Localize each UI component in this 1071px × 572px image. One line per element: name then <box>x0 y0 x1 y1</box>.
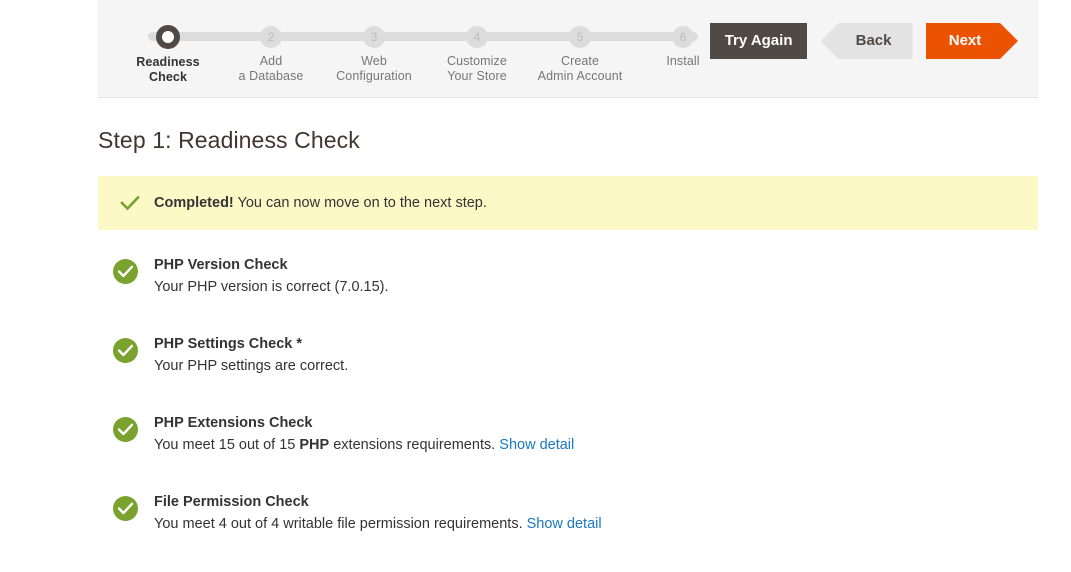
wizard-step-5[interactable]: 5 Create Admin Account <box>520 10 640 84</box>
check-title: PHP Extensions Check <box>154 415 313 431</box>
wizard-header-panel: 1 Readiness Check 2 Add a Database 3 Web… <box>98 0 1038 98</box>
check-description: You meet 15 out of 15 PHP extensions req… <box>154 435 1038 455</box>
wizard-step-1[interactable]: 1 Readiness Check <box>108 10 228 85</box>
wizard-actions: Try Again Back Next <box>710 23 1018 59</box>
try-again-button[interactable]: Try Again <box>710 23 808 59</box>
check-desc-text: Your PHP settings are correct. <box>154 358 349 374</box>
completed-notice: Completed! You can now move on to the ne… <box>98 176 1038 230</box>
check-desc-text-after: extensions requirements. <box>329 437 500 453</box>
step-3-dot: 3 <box>363 26 385 48</box>
step-3-label-line1: Web <box>361 54 387 68</box>
step-1-label: Readiness Check <box>108 55 228 85</box>
step-5-label-line2: Admin Account <box>537 69 623 83</box>
step-2-label-line2: a Database <box>238 69 304 83</box>
check-title: PHP Settings Check * <box>154 336 303 352</box>
step-2-label-line1: Add <box>259 54 283 68</box>
check-title: PHP Version Check <box>154 257 288 273</box>
check-desc-text: Your PHP version is correct (7.0.15). <box>154 279 389 295</box>
step-1-label-line2: Check <box>148 70 188 84</box>
check-item-file-permission: File Permission Check You meet 4 out of … <box>98 493 1038 534</box>
step-4-dot: 4 <box>466 26 488 48</box>
wizard-step-2[interactable]: 2 Add a Database <box>211 10 331 84</box>
show-detail-link[interactable]: Show detail <box>499 437 574 453</box>
check-description: Your PHP settings are correct. <box>154 356 1038 376</box>
show-detail-link[interactable]: Show detail <box>527 516 602 532</box>
step-4-label-line1: Customize <box>447 54 507 68</box>
wizard-step-3[interactable]: 3 Web Configuration <box>314 10 434 84</box>
check-title: File Permission Check <box>154 494 309 510</box>
check-circle-icon <box>113 259 138 284</box>
check-circle-icon <box>113 338 138 363</box>
check-description: Your PHP version is correct (7.0.15). <box>154 277 1038 297</box>
wizard-step-4[interactable]: 4 Customize Your Store <box>417 10 537 84</box>
step-5-label-line1: Create <box>560 54 600 68</box>
step-6-dot: 6 <box>672 26 694 48</box>
check-body: PHP Extensions Check You meet 15 out of … <box>154 414 1038 455</box>
wizard-step-progress: 1 Readiness Check 2 Add a Database 3 Web… <box>118 10 728 90</box>
step-4-label-line2: Your Store <box>447 69 507 83</box>
step-2-dot: 2 <box>260 26 282 48</box>
check-circle-icon <box>113 496 138 521</box>
step-3-label: Web Configuration <box>314 54 434 84</box>
step-2-label: Add a Database <box>211 54 331 84</box>
check-item-php-settings: PHP Settings Check * Your PHP settings a… <box>98 335 1038 376</box>
check-item-php-extensions: PHP Extensions Check You meet 15 out of … <box>98 414 1038 455</box>
check-icon <box>120 193 140 213</box>
completed-notice-status: Completed! <box>154 195 234 211</box>
completed-notice-text: Completed! You can now move on to the ne… <box>154 194 487 212</box>
check-body: File Permission Check You meet 4 out of … <box>154 493 1038 534</box>
step-4-label: Customize Your Store <box>417 54 537 84</box>
check-desc-emphasis: PHP <box>299 437 330 453</box>
check-description: You meet 4 out of 4 writable file permis… <box>154 514 1038 534</box>
check-desc-text: You meet 15 out of 15 <box>154 437 300 453</box>
back-button[interactable]: Back <box>820 23 913 59</box>
page-title: Step 1: Readiness Check <box>98 127 360 153</box>
check-circle-icon <box>113 417 138 442</box>
step-1-dot: 1 <box>156 25 180 49</box>
readiness-checklist: PHP Version Check Your PHP version is co… <box>98 256 1038 572</box>
next-button[interactable]: Next <box>926 23 1018 59</box>
step-5-dot: 5 <box>569 26 591 48</box>
step-1-label-line1: Readiness <box>136 55 200 69</box>
step-5-label: Create Admin Account <box>520 54 640 84</box>
check-desc-text: You meet 4 out of 4 writable file permis… <box>154 516 527 532</box>
check-item-php-version: PHP Version Check Your PHP version is co… <box>98 256 1038 297</box>
step-3-label-line2: Configuration <box>336 69 412 83</box>
check-body: PHP Version Check Your PHP version is co… <box>154 256 1038 297</box>
completed-notice-message: You can now move on to the next step. <box>237 195 487 211</box>
check-body: PHP Settings Check * Your PHP settings a… <box>154 335 1038 376</box>
